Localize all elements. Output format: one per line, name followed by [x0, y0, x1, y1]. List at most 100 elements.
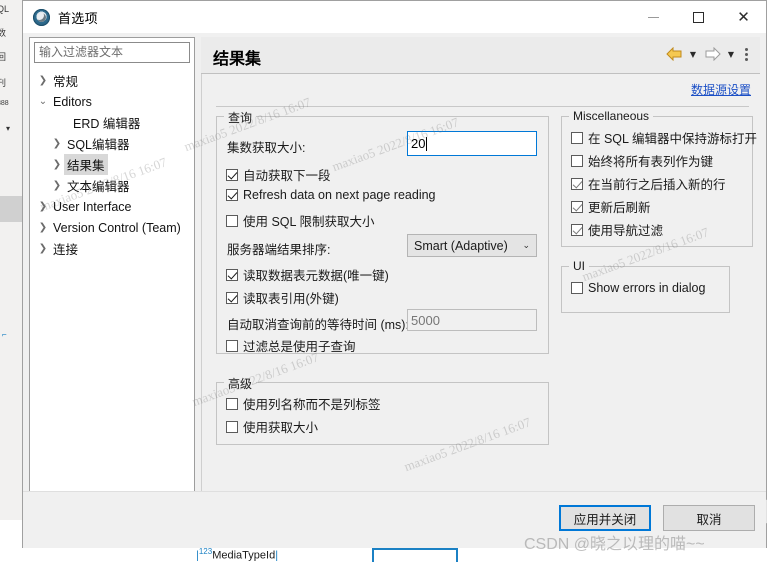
fetch-size-input[interactable]: 20 — [407, 131, 537, 156]
chevron-down-icon: ⌄ — [522, 240, 530, 251]
miscellaneous-group-title: Miscellaneous — [569, 109, 654, 123]
bg-caret-icon: ▾ — [6, 124, 11, 133]
forward-dropdown-icon[interactable]: ▼ — [724, 45, 738, 63]
preferences-detail-pane: 结果集 ▼ ▼ 数据源设置 查询 集数获取大小: 20 自动获取下一段 Refr… — [201, 37, 767, 524]
chevron-right-icon: ❯ — [52, 180, 62, 191]
use-navigation-filter-checkbox[interactable]: 使用导航过滤 — [571, 220, 663, 239]
maximize-button[interactable] — [676, 1, 721, 33]
sidebar-item-version-control[interactable]: ❯ Version Control (Team) — [30, 217, 194, 238]
minimize-button[interactable] — [631, 1, 676, 33]
read-table-metadata-checkbox[interactable]: 读取数据表元数据(唯一键) — [226, 265, 389, 284]
minimize-icon — [648, 16, 659, 18]
checkbox-box — [571, 282, 583, 294]
checkbox-box — [226, 339, 238, 352]
sidebar-item-text-editor[interactable]: ❯ 文本编辑器 — [30, 175, 194, 196]
ui-group-title: UI — [569, 259, 589, 273]
dialog-titlebar[interactable]: 首选项 ✕ — [23, 1, 766, 33]
ui-group: UI Show errors in dialog — [561, 259, 730, 313]
chevron-right-icon: ❯ — [52, 138, 62, 149]
server-side-ordering-label: 服务器端结果排序: — [227, 243, 331, 257]
filter-input[interactable]: 输入过滤器文本 — [34, 42, 190, 63]
query-group-title: 查询 — [224, 109, 257, 126]
checkbox-label: 使用导航过滤 — [588, 224, 664, 238]
datasource-settings-link[interactable]: 数据源设置 — [691, 81, 751, 98]
sidebar-item-label: ERD 编辑器 — [73, 117, 141, 131]
fetch-size-label: 集数获取大小: — [227, 141, 306, 155]
sidebar-item-label: 文本编辑器 — [67, 180, 130, 194]
use-fetch-size-checkbox[interactable]: 使用获取大小 — [226, 417, 318, 436]
cancel-button[interactable]: 取消 — [663, 505, 755, 531]
chevron-right-icon: ❯ — [38, 75, 48, 86]
sidebar-item-erd-editor[interactable]: ERD 编辑器 — [30, 112, 194, 133]
query-cancel-timeout-label: 自动取消查询前的等待时间 (ms): — [227, 318, 409, 332]
sidebar-item-sql-editor[interactable]: ❯ SQL编辑器 — [30, 133, 194, 154]
read-table-references-checkbox[interactable]: 读取表引用(外键) — [226, 288, 339, 307]
back-dropdown-icon[interactable]: ▼ — [686, 45, 700, 63]
checkbox-label: 在 SQL 编辑器中保持游标打开 — [588, 132, 757, 146]
back-arrow-icon[interactable] — [664, 45, 684, 63]
bg-vtext-3: 刊 — [0, 76, 6, 89]
sidebar-item-label: User Interface — [53, 199, 132, 214]
sidebar-item-resultset[interactable]: ❯ 结果集 — [30, 154, 194, 175]
bg-vtext-1: 数 — [0, 26, 6, 39]
column-name-label: MediaTypeId — [212, 550, 276, 562]
checkbox-box — [226, 189, 238, 201]
use-column-names-checkbox[interactable]: 使用列名称而不是列标签 — [226, 394, 381, 413]
checkbox-box — [571, 177, 583, 190]
use-sql-limit-fetch-size-checkbox[interactable]: 使用 SQL 限制获取大小 — [226, 211, 375, 230]
content-divider — [216, 106, 749, 107]
checkbox-label: 自动获取下一段 — [243, 169, 331, 183]
insert-new-row-after-current-checkbox[interactable]: 在当前行之后插入新的行 — [571, 174, 726, 193]
sidebar-item-label: SQL编辑器 — [67, 138, 130, 152]
bg-vtext-0: QL — [0, 4, 10, 14]
csdn-watermark: CSDN @晓之以理的喵~~ — [524, 536, 705, 553]
screen: QL 数 回 刊 888 ▾ ⌐ |123MediaTypeId| 首选项 — [0, 0, 767, 562]
keep-cursor-open-checkbox[interactable]: 在 SQL 编辑器中保持游标打开 — [571, 128, 757, 147]
checkbox-box — [226, 214, 238, 227]
chevron-right-icon: ❯ — [38, 243, 48, 254]
preferences-tree-pane: 输入过滤器文本 ❯ 常规 ⌄ Editors ERD 编辑器 ❯ SQL编辑器 … — [29, 37, 195, 499]
checkbox-box — [571, 200, 583, 213]
maximize-icon — [693, 11, 704, 23]
bg-selected-chip — [0, 196, 22, 222]
preferences-tree: ❯ 常规 ⌄ Editors ERD 编辑器 ❯ SQL编辑器 ❯ 结果集 ❯ … — [30, 70, 194, 259]
refresh-after-update-checkbox[interactable]: 更新后刷新 — [571, 197, 651, 216]
checkbox-box — [226, 168, 238, 181]
background-left-toolbar: QL 数 回 刊 888 ▾ ⌐ — [0, 0, 23, 520]
checkbox-label: Show errors in dialog — [588, 281, 706, 295]
always-use-all-columns-as-key-checkbox[interactable]: 始终将所有表列作为键 — [571, 151, 713, 170]
sidebar-item-editors[interactable]: ⌄ Editors — [30, 91, 194, 112]
show-errors-in-dialog-checkbox[interactable]: Show errors in dialog — [571, 281, 705, 295]
sidebar-item-general[interactable]: ❯ 常规 — [30, 70, 194, 91]
checkbox-box — [571, 154, 583, 167]
sidebar-item-label: 常规 — [53, 75, 79, 89]
query-group: 查询 集数获取大小: 20 自动获取下一段 Refresh data on ne… — [216, 109, 549, 355]
bg-vtext-4: 888 — [0, 100, 9, 107]
sidebar-item-connection[interactable]: ❯ 连接 — [30, 238, 194, 259]
checkbox-label: 在当前行之后插入新的行 — [588, 178, 726, 192]
vertical-dots-icon[interactable] — [740, 45, 752, 63]
close-icon: ✕ — [737, 7, 750, 26]
checkbox-label: 使用列名称而不是列标签 — [243, 398, 381, 412]
checkbox-label: Refresh data on next page reading — [243, 188, 436, 202]
bg-vtext-2: 回 — [0, 50, 6, 63]
header-toolbar: ▼ ▼ — [664, 45, 752, 63]
close-button[interactable]: ✕ — [721, 1, 766, 33]
checkbox-label: 更新后刷新 — [588, 201, 651, 215]
background-column-header: |123MediaTypeId| — [196, 547, 279, 562]
auto-fetch-next-segment-checkbox[interactable]: 自动获取下一段 — [226, 165, 331, 184]
query-cancel-timeout-input[interactable]: 5000 — [407, 309, 537, 331]
dialog-title: 首选项 — [58, 10, 98, 26]
sidebar-item-user-interface[interactable]: ❯ User Interface — [30, 196, 194, 217]
checkbox-label: 读取表引用(外键) — [243, 292, 339, 306]
chevron-right-icon: ❯ — [52, 159, 62, 170]
window-controls: ✕ — [631, 1, 766, 33]
server-side-ordering-select[interactable]: Smart (Adaptive) ⌄ — [407, 234, 537, 257]
refresh-data-next-page-checkbox[interactable]: Refresh data on next page reading — [226, 188, 436, 202]
page-title: 结果集 — [213, 51, 262, 68]
checkbox-box — [226, 397, 238, 410]
apply-and-close-button[interactable]: 应用并关闭 — [559, 505, 651, 531]
filter-always-subquery-checkbox[interactable]: 过滤总是使用子查询 — [226, 336, 356, 355]
forward-arrow-icon[interactable] — [702, 45, 722, 63]
detail-header: 结果集 ▼ ▼ — [201, 37, 760, 74]
